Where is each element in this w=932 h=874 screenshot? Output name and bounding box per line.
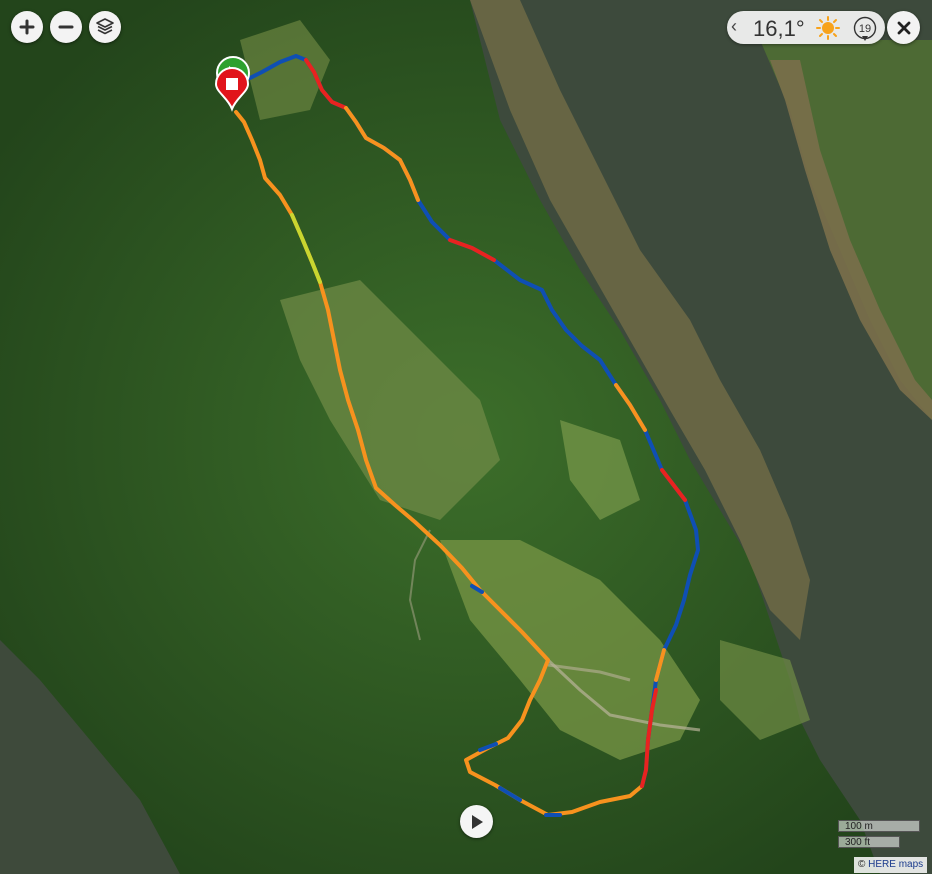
playback-button[interactable]: [460, 805, 493, 838]
minus-icon: [58, 25, 74, 29]
layers-button[interactable]: [89, 11, 121, 43]
zoom-in-button[interactable]: [11, 11, 43, 43]
temperature-value: 16,1°: [753, 16, 805, 41]
map-attribution[interactable]: © HERE maps: [854, 857, 928, 873]
wind-speed-value: 19: [859, 23, 871, 35]
plus-icon: [19, 19, 35, 35]
play-icon: [471, 814, 483, 829]
copyright-symbol: ©: [858, 859, 866, 870]
sun-icon: [816, 16, 840, 40]
scale-bar-metric: 100 m: [838, 820, 920, 832]
wind-direction-icon: 19: [853, 16, 877, 41]
zoom-out-button[interactable]: [50, 11, 82, 43]
chevron-left-icon[interactable]: ‹: [731, 16, 737, 37]
satellite-map[interactable]: [0, 0, 932, 874]
close-button[interactable]: [887, 11, 920, 44]
scale-bar-imperial: 300 ft: [838, 836, 900, 848]
weather-widget[interactable]: ‹ 16,1° 19: [727, 11, 885, 44]
layers-icon: [96, 18, 114, 35]
provider-name: HERE maps: [868, 859, 924, 870]
close-icon: [897, 21, 910, 34]
